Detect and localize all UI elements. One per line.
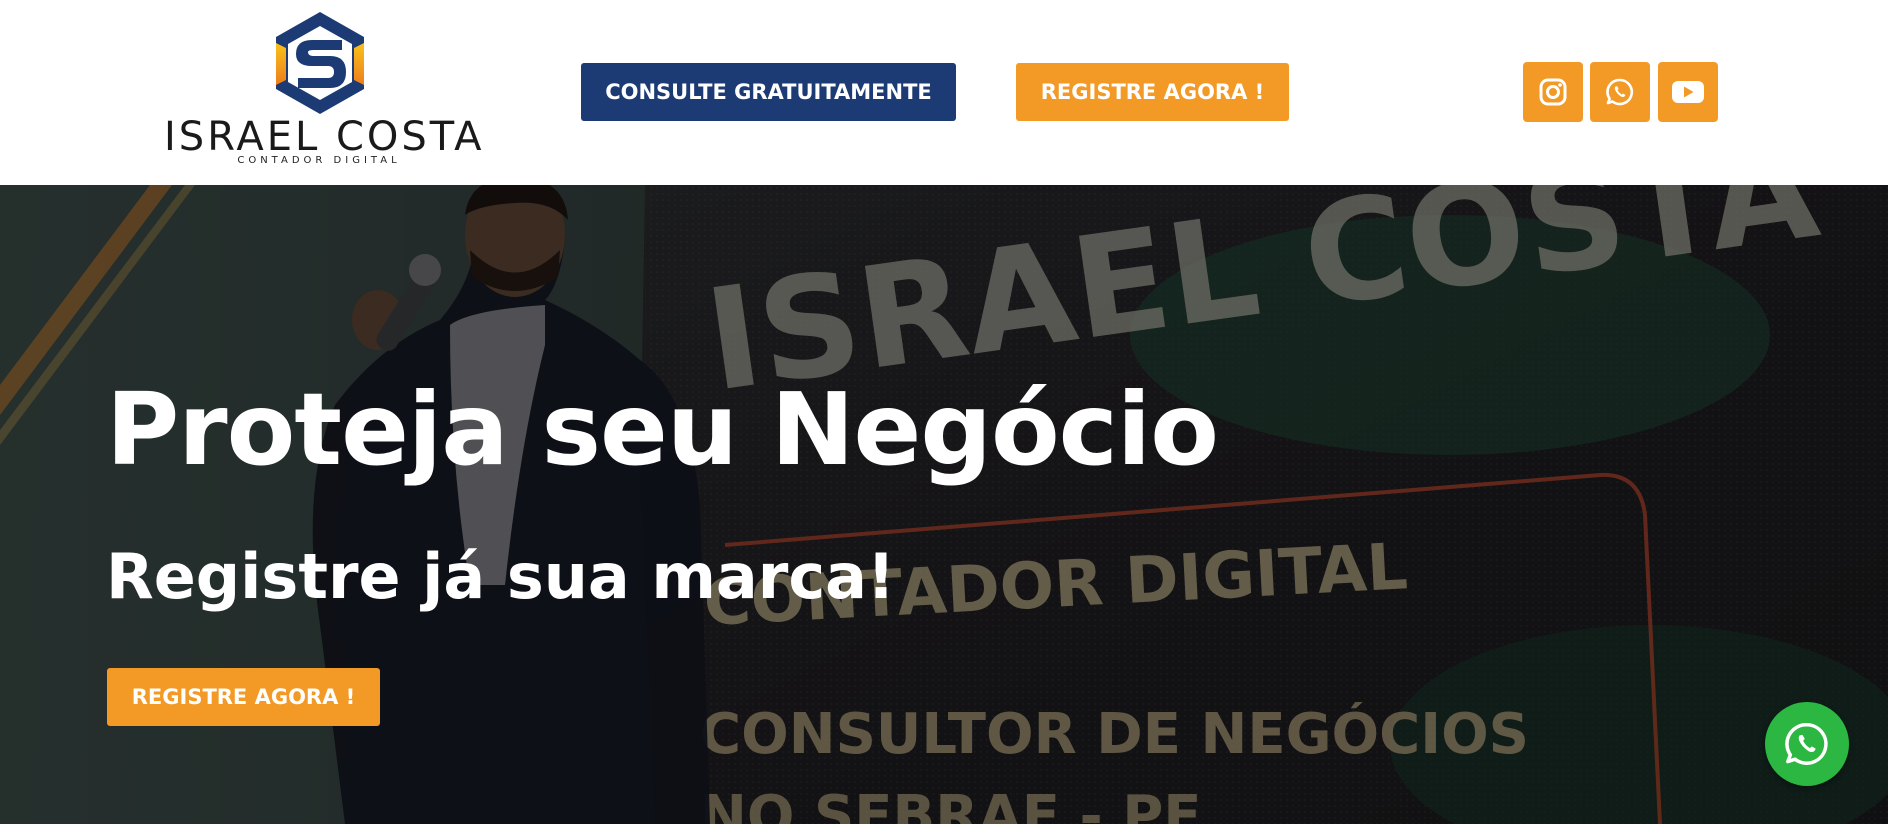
site-header: ISRAEL COSTA CONTADOR DIGITAL CONSULTE G… [0,0,1888,185]
register-now-button[interactable]: REGISTRE AGORA ! [1016,63,1289,121]
hero-background-photo: ISRAEL COSTA CONTADOR DIGITAL CONSULTOR … [0,185,1888,824]
hero-title: Proteja seu Negócio [106,371,1219,488]
hero-section: ISRAEL COSTA CONTADOR DIGITAL CONSULTOR … [0,185,1888,824]
whatsapp-icon [1606,78,1634,106]
logo-tagline: CONTADOR DIGITAL [237,155,401,166]
floating-whatsapp-button[interactable] [1765,702,1849,786]
instagram-icon [1539,78,1567,106]
hero-subtitle: Registre já sua marca! [106,540,896,613]
youtube-link[interactable] [1658,62,1718,122]
hexagon-s-logo-icon [276,12,364,114]
logo-name: ISRAEL COSTA [164,114,485,160]
youtube-icon [1672,81,1704,103]
instagram-link[interactable] [1523,62,1583,122]
whatsapp-icon [1785,723,1828,765]
site-logo[interactable]: ISRAEL COSTA CONTADOR DIGITAL [164,10,485,170]
whatsapp-link[interactable] [1590,62,1650,122]
consult-free-button[interactable]: CONSULTE GRATUITAMENTE [581,63,956,121]
hero-register-button[interactable]: REGISTRE AGORA ! [107,668,380,726]
